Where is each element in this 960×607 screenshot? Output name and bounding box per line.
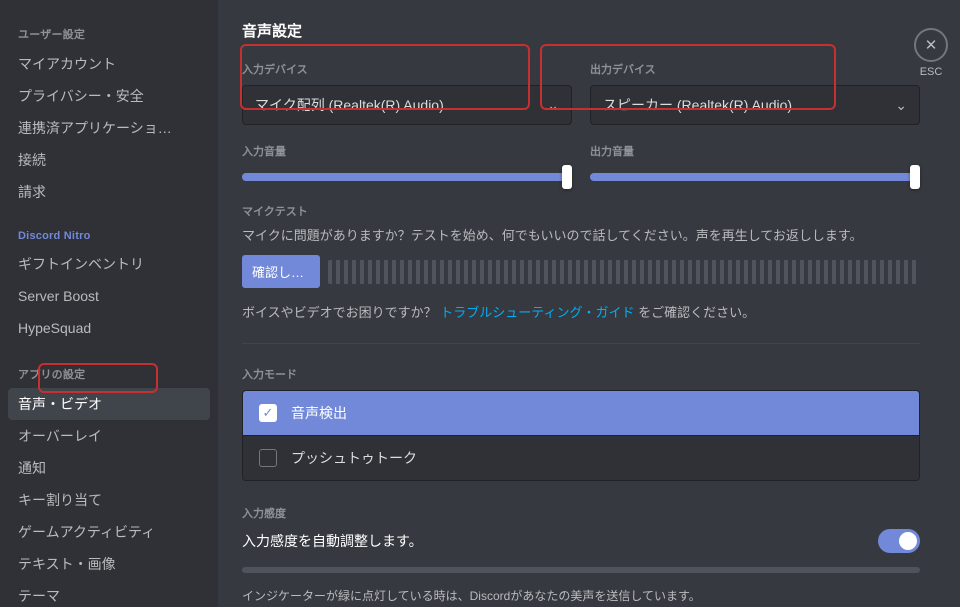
mic-test-label: マイクテスト — [242, 203, 920, 219]
nav-gift-inventory[interactable]: ギフトインベントリ — [8, 248, 210, 280]
slider-thumb[interactable] — [562, 165, 572, 189]
nav-privacy[interactable]: プライバシー・安全 — [8, 80, 210, 112]
divider — [242, 343, 920, 344]
slider-thumb[interactable] — [910, 165, 920, 189]
close-icon: ✕ — [925, 36, 938, 54]
indicator-text: インジケーターが緑に点灯している時は、Discordがあなたの美声を送信していま… — [242, 587, 920, 604]
checkbox-checked-icon: ✓ — [259, 404, 277, 422]
mic-test-button[interactable]: 確認しまし… — [242, 255, 320, 288]
sensitivity-label: 入力感度 — [242, 505, 920, 521]
section-user-settings: ユーザー設定 — [8, 20, 210, 48]
toggle-knob — [899, 532, 917, 550]
nav-text-image[interactable]: テキスト・画像 — [8, 548, 210, 580]
nav-overlay[interactable]: オーバーレイ — [8, 420, 210, 452]
mode-voice-activity[interactable]: ✓ 音声検出 — [243, 391, 919, 435]
settings-sidebar: ユーザー設定 マイアカウント プライバシー・安全 連携済アプリケーショ… 接続 … — [0, 0, 218, 607]
highlight-box — [540, 44, 836, 110]
nav-keybinds[interactable]: キー割り当て — [8, 484, 210, 516]
esc-label: ESC — [914, 66, 948, 78]
mode-push-to-talk[interactable]: プッシュトゥトーク — [243, 435, 919, 480]
troubleshoot-link[interactable]: トラブルシューティング・ガイド — [440, 305, 634, 320]
page-title: 音声設定 — [242, 20, 920, 41]
section-nitro: Discord Nitro — [8, 224, 210, 248]
nav-theme[interactable]: テーマ — [8, 580, 210, 607]
input-mode-label: 入力モード — [242, 366, 920, 382]
nav-my-account[interactable]: マイアカウント — [8, 48, 210, 80]
input-volume-slider[interactable] — [242, 173, 572, 181]
sensitivity-bar — [242, 567, 920, 573]
output-volume-label: 出力音量 — [590, 143, 920, 159]
auto-sensitivity-toggle[interactable] — [878, 529, 920, 553]
troubleshoot-line: ボイスやビデオでお困りですか？ トラブルシューティング・ガイド をご確認ください… — [242, 302, 920, 321]
nav-notifications[interactable]: 通知 — [8, 452, 210, 484]
mic-level-meter — [328, 260, 920, 284]
nav-integrations[interactable]: 連携済アプリケーショ… — [8, 112, 210, 144]
nav-hypesquad[interactable]: HypeSquad — [8, 312, 210, 344]
nav-billing[interactable]: 請求 — [8, 176, 210, 208]
checkbox-unchecked-icon — [259, 449, 277, 467]
mic-test-desc: マイクに問題がありますか？テストを始め、何でもいいので話してください。声を再生し… — [242, 227, 920, 245]
nav-connections[interactable]: 接続 — [8, 144, 210, 176]
nav-server-boost[interactable]: Server Boost — [8, 280, 210, 312]
output-volume-slider[interactable] — [590, 173, 920, 181]
chevron-down-icon: ⌄ — [895, 97, 907, 114]
highlight-box — [38, 363, 158, 393]
input-volume-label: 入力音量 — [242, 143, 572, 159]
sensitivity-desc: 入力感度を自動調整します。 — [242, 531, 423, 551]
highlight-box — [240, 44, 530, 110]
close-settings: ✕ ESC — [914, 28, 948, 78]
close-button[interactable]: ✕ — [914, 28, 948, 62]
nav-game-activity[interactable]: ゲームアクティビティ — [8, 516, 210, 548]
